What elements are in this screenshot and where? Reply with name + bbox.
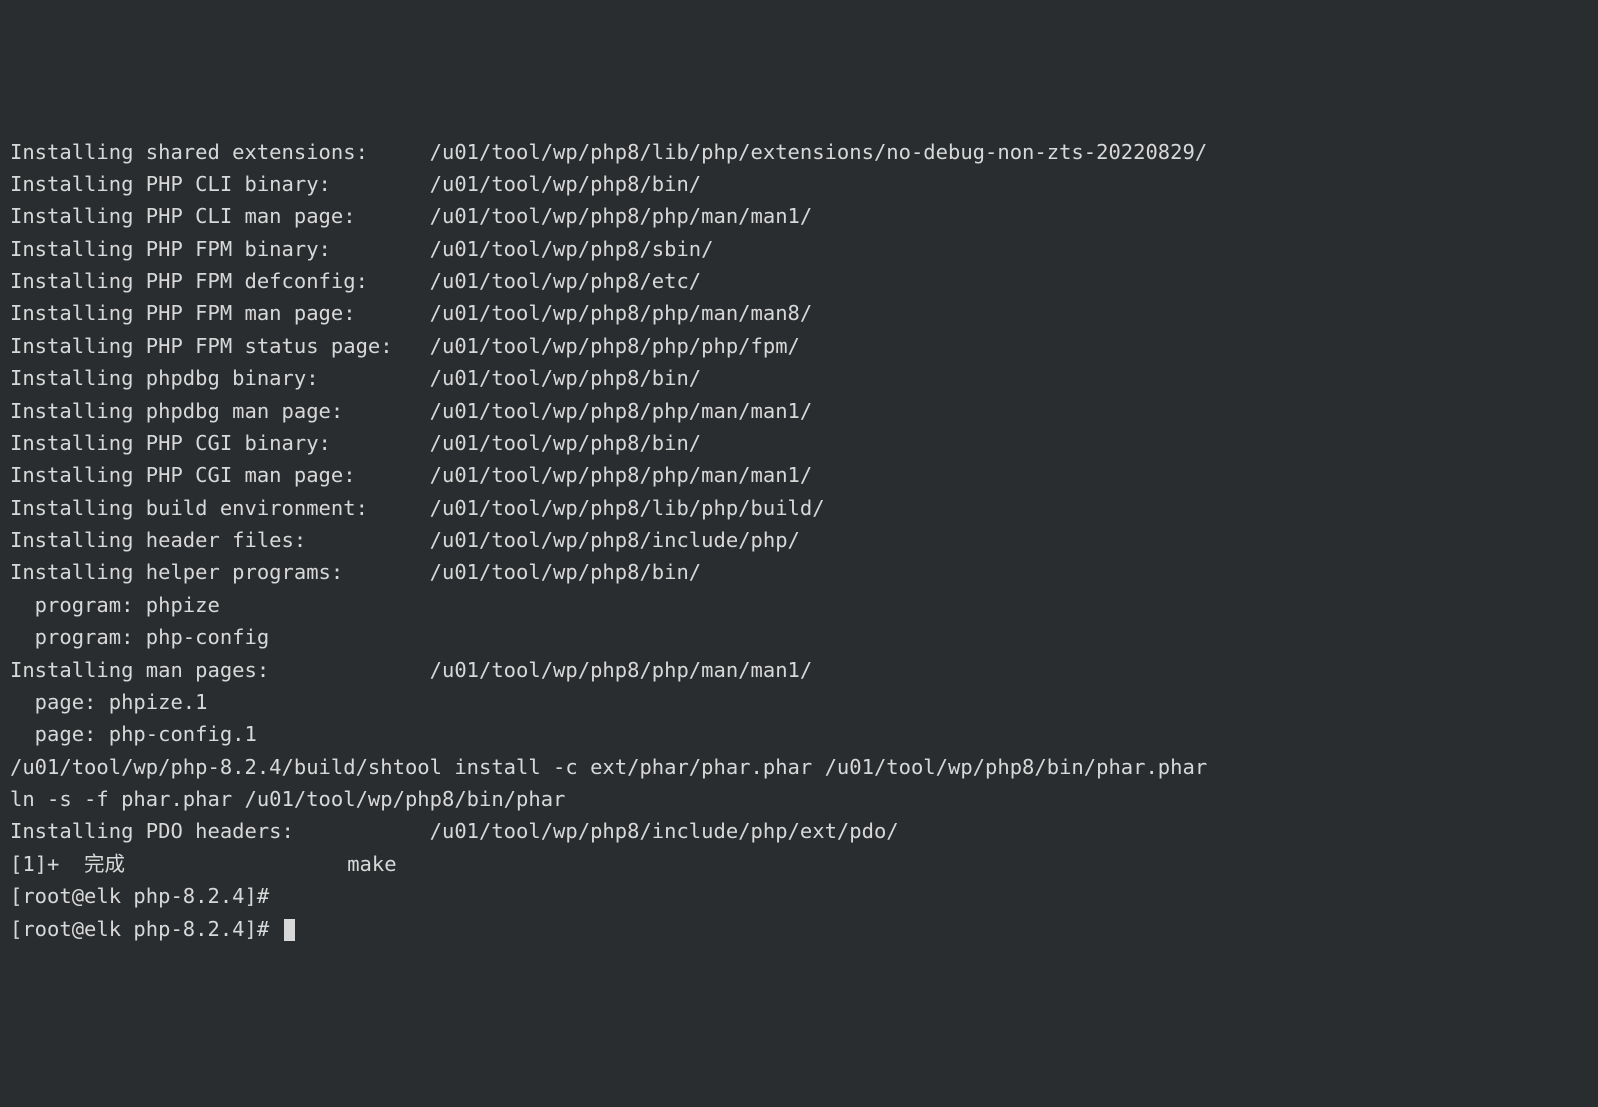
install-line-3: Installing PHP FPM binary: /u01/tool/wp/… bbox=[10, 233, 1588, 265]
shell-prompt-2[interactable]: [root@elk php-8.2.4]# bbox=[10, 913, 1588, 945]
ln-line: ln -s -f phar.phar /u01/tool/wp/php8/bin… bbox=[10, 783, 1588, 815]
install-line-7: Installing phpdbg binary: /u01/tool/wp/p… bbox=[10, 362, 1588, 394]
install-line-13: Installing helper programs: /u01/tool/wp… bbox=[10, 556, 1588, 588]
install-line-11: Installing build environment: /u01/tool/… bbox=[10, 492, 1588, 524]
shtool-line: /u01/tool/wp/php-8.2.4/build/shtool inst… bbox=[10, 751, 1588, 783]
helper-program-1: program: php-config bbox=[10, 621, 1588, 653]
install-line-5: Installing PHP FPM man page: /u01/tool/w… bbox=[10, 297, 1588, 329]
cursor-icon bbox=[284, 919, 295, 941]
install-line-8: Installing phpdbg man page: /u01/tool/wp… bbox=[10, 395, 1588, 427]
install-line-2: Installing PHP CLI man page: /u01/tool/w… bbox=[10, 200, 1588, 232]
terminal-output[interactable]: Installing shared extensions: /u01/tool/… bbox=[10, 136, 1588, 945]
install-line-6: Installing PHP FPM status page: /u01/too… bbox=[10, 330, 1588, 362]
man-page-1: page: php-config.1 bbox=[10, 718, 1588, 750]
job-done-line: [1]+ 完成 make bbox=[10, 848, 1588, 880]
install-line-4: Installing PHP FPM defconfig: /u01/tool/… bbox=[10, 265, 1588, 297]
helper-program-0: program: phpize bbox=[10, 589, 1588, 621]
man-page-0: page: phpize.1 bbox=[10, 686, 1588, 718]
install-line-10: Installing PHP CGI man page: /u01/tool/w… bbox=[10, 459, 1588, 491]
install-pdo-headers: Installing PDO headers: /u01/tool/wp/php… bbox=[10, 815, 1588, 847]
install-line-0: Installing shared extensions: /u01/tool/… bbox=[10, 136, 1588, 168]
install-line-12: Installing header files: /u01/tool/wp/ph… bbox=[10, 524, 1588, 556]
prompt-text: [root@elk php-8.2.4]# bbox=[10, 917, 282, 941]
install-line-9: Installing PHP CGI binary: /u01/tool/wp/… bbox=[10, 427, 1588, 459]
shell-prompt-1: [root@elk php-8.2.4]# bbox=[10, 880, 1588, 912]
install-line-1: Installing PHP CLI binary: /u01/tool/wp/… bbox=[10, 168, 1588, 200]
install-man-pages: Installing man pages: /u01/tool/wp/php8/… bbox=[10, 654, 1588, 686]
